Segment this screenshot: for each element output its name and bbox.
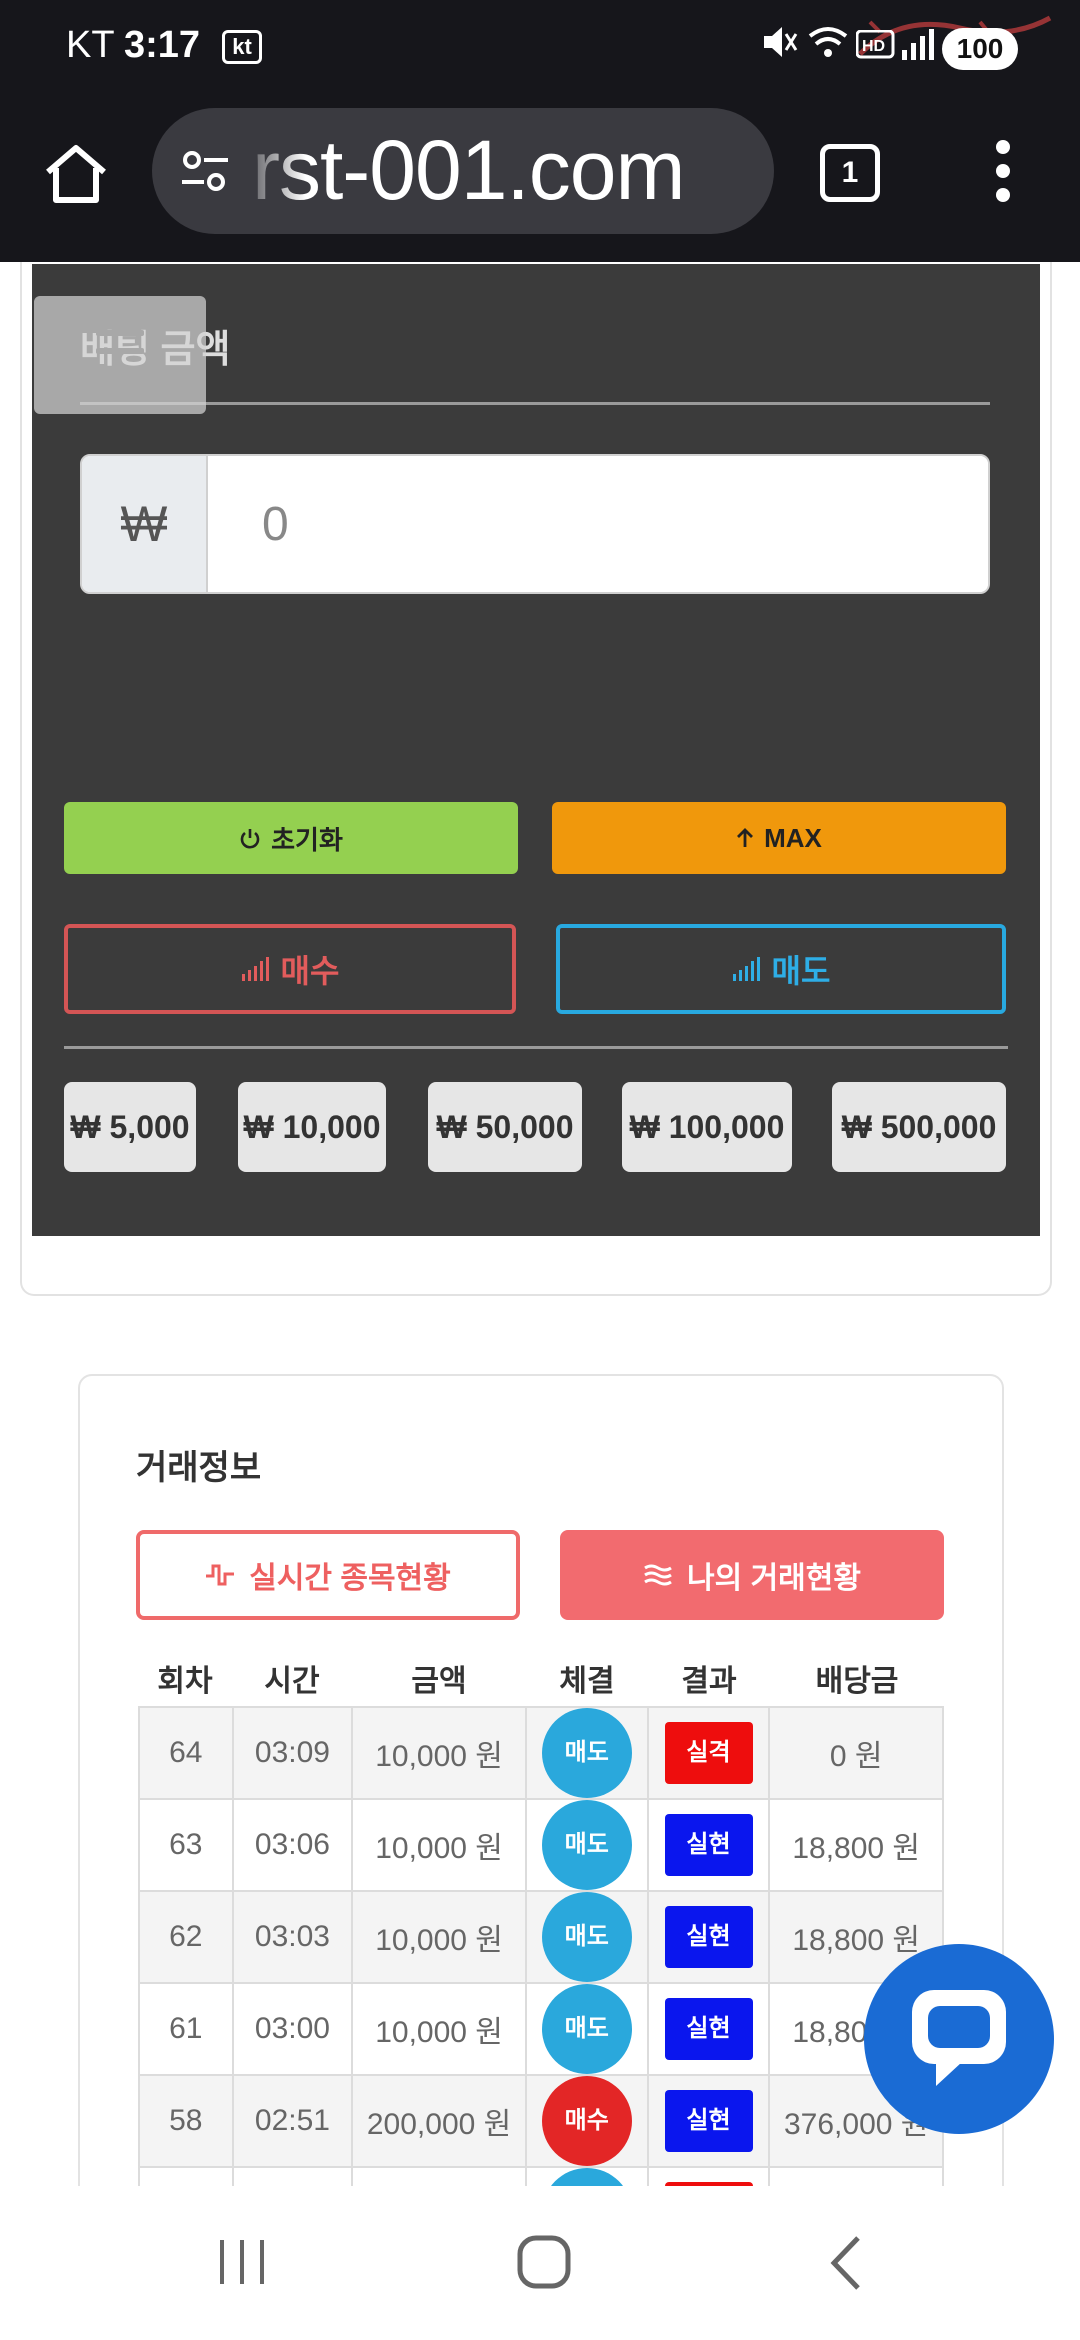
tab-my-trades[interactable]: 나의 거래현황 xyxy=(560,1530,944,1620)
tab-mine-label: 나의 거래현황 xyxy=(687,1562,861,1595)
pulse-icon xyxy=(206,1564,235,1586)
system-navigation-bar xyxy=(0,2186,1080,2340)
url-text: rst-001.com xyxy=(252,123,685,217)
buy-button[interactable]: 매수 xyxy=(64,924,516,1014)
power-icon xyxy=(240,829,260,849)
signal-bars-icon xyxy=(732,957,760,981)
round-cell: 62 xyxy=(138,1890,234,1984)
signal-icon xyxy=(902,29,934,60)
status-bar: KT 3:17 kt HD 100 xyxy=(0,0,1080,96)
column-header: 시간 xyxy=(264,1665,320,1698)
bet-amount-group: ₩ xyxy=(80,454,990,594)
recent-apps-icon[interactable] xyxy=(216,2236,268,2288)
hamburger-menu-icon[interactable] xyxy=(34,296,206,414)
chip-10000-button[interactable]: ₩ 10,000 xyxy=(238,1082,386,1172)
reset-button[interactable]: 초기화 xyxy=(64,802,518,874)
back-icon[interactable] xyxy=(826,2234,866,2292)
column-header: 체결 xyxy=(559,1665,615,1698)
bet-amount-input[interactable] xyxy=(208,456,988,592)
time-cell: 02:51 xyxy=(231,2074,354,2168)
table-row: 64 03:09 10,000 원 매도 실격 0 원 xyxy=(138,1706,944,1800)
chat-button[interactable] xyxy=(864,1944,1054,2134)
browser-toolbar: rst-001.com 1 xyxy=(0,96,1080,262)
time-cell: 03:03 xyxy=(231,1890,354,1984)
result-badge: 실현 xyxy=(664,1906,753,1968)
table-row: 61 03:00 10,000 원 매도 실현 18,800 원 xyxy=(138,1982,944,2076)
chip-50000-button[interactable]: ₩ 50,000 xyxy=(428,1082,582,1172)
round-cell: 61 xyxy=(138,1982,234,2076)
side-badge: 매도 xyxy=(541,1708,632,1798)
round-cell: 64 xyxy=(138,1706,234,1800)
tab-live-status[interactable]: 실시간 종목현황 xyxy=(136,1530,520,1620)
table-row: 63 03:06 10,000 원 매도 실현 18,800 원 xyxy=(138,1798,944,1892)
round-cell: 58 xyxy=(138,2074,234,2168)
chip-100000-button[interactable]: ₩ 100,000 xyxy=(622,1082,792,1172)
buy-label: 매수 xyxy=(280,953,340,989)
divider xyxy=(80,402,990,405)
tab-live-label: 실시간 종목현황 xyxy=(249,1562,451,1595)
column-header: 결과 xyxy=(681,1665,737,1698)
table-row: 62 03:03 10,000 원 매도 실현 18,800 원 xyxy=(138,1890,944,1984)
amount-cell: 10,000 원 xyxy=(351,1706,527,1800)
amount-cell: 200,000 원 xyxy=(351,2074,527,2168)
trade-table: 64 03:09 10,000 원 매도 실격 0 원 63 03:06 10,… xyxy=(138,1706,944,2268)
table-row: 58 02:51 200,000 원 매수 실현 376,000 원 xyxy=(138,2074,944,2168)
wifi-icon xyxy=(808,27,848,57)
max-button[interactable]: MAX xyxy=(552,802,1006,874)
svg-text:HD: HD xyxy=(862,38,885,55)
chip-500000-button[interactable]: ₩ 500,000 xyxy=(832,1082,1006,1172)
payout-cell: 18,800 원 xyxy=(768,1798,944,1892)
side-badge: 매수 xyxy=(541,2076,632,2166)
clock: 3:17 xyxy=(124,24,201,66)
chat-bubble-icon xyxy=(912,1990,1006,2086)
home-icon[interactable] xyxy=(40,138,112,210)
url-fade xyxy=(236,108,306,234)
result-badge: 실현 xyxy=(664,2090,753,2152)
time-cell: 03:06 xyxy=(231,1798,354,1892)
hd-voice-icon: HD xyxy=(856,30,895,59)
payout-cell: 0 원 xyxy=(768,1706,944,1800)
column-header: 배당금 xyxy=(815,1665,899,1698)
result-badge: 실현 xyxy=(664,1998,753,2060)
battery-level: 100 xyxy=(942,28,1018,70)
carrier-label: KT xyxy=(66,24,115,66)
reset-label: 초기화 xyxy=(271,824,343,855)
tab-switcher-button[interactable]: 1 xyxy=(820,144,880,202)
divider xyxy=(64,1046,1008,1049)
mute-icon xyxy=(764,27,798,57)
home-nav-icon[interactable] xyxy=(516,2234,572,2290)
amount-cell: 10,000 원 xyxy=(351,1890,527,1984)
column-header: 회차 xyxy=(157,1665,213,1698)
amount-cell: 10,000 원 xyxy=(351,1798,527,1892)
address-bar[interactable]: rst-001.com xyxy=(152,108,774,234)
site-settings-icon[interactable] xyxy=(178,146,232,196)
time-cell: 03:00 xyxy=(231,1982,354,2076)
chip-5000-button[interactable]: ₩ 5,000 xyxy=(64,1082,196,1172)
result-badge: 실현 xyxy=(664,1814,753,1876)
carrier-badge: kt xyxy=(222,30,262,64)
side-badge: 매도 xyxy=(541,1984,632,2074)
sell-button[interactable]: 매도 xyxy=(556,924,1006,1014)
side-badge: 매도 xyxy=(541,1892,632,1982)
wave-icon xyxy=(644,1564,672,1586)
column-header: 금액 xyxy=(411,1665,467,1698)
signal-bars-icon xyxy=(241,957,269,981)
arrow-up-icon xyxy=(737,828,754,847)
max-label: MAX xyxy=(764,822,822,853)
more-menu-icon[interactable] xyxy=(990,140,1016,210)
round-cell: 63 xyxy=(138,1798,234,1892)
result-badge: 실격 xyxy=(664,1722,753,1784)
sell-label: 매도 xyxy=(771,953,831,989)
amount-cell: 10,000 원 xyxy=(351,1982,527,2076)
time-cell: 03:09 xyxy=(231,1706,354,1800)
currency-addon: ₩ xyxy=(82,456,208,592)
side-badge: 매도 xyxy=(541,1800,632,1890)
trade-info-title: 거래정보 xyxy=(136,1449,262,1487)
